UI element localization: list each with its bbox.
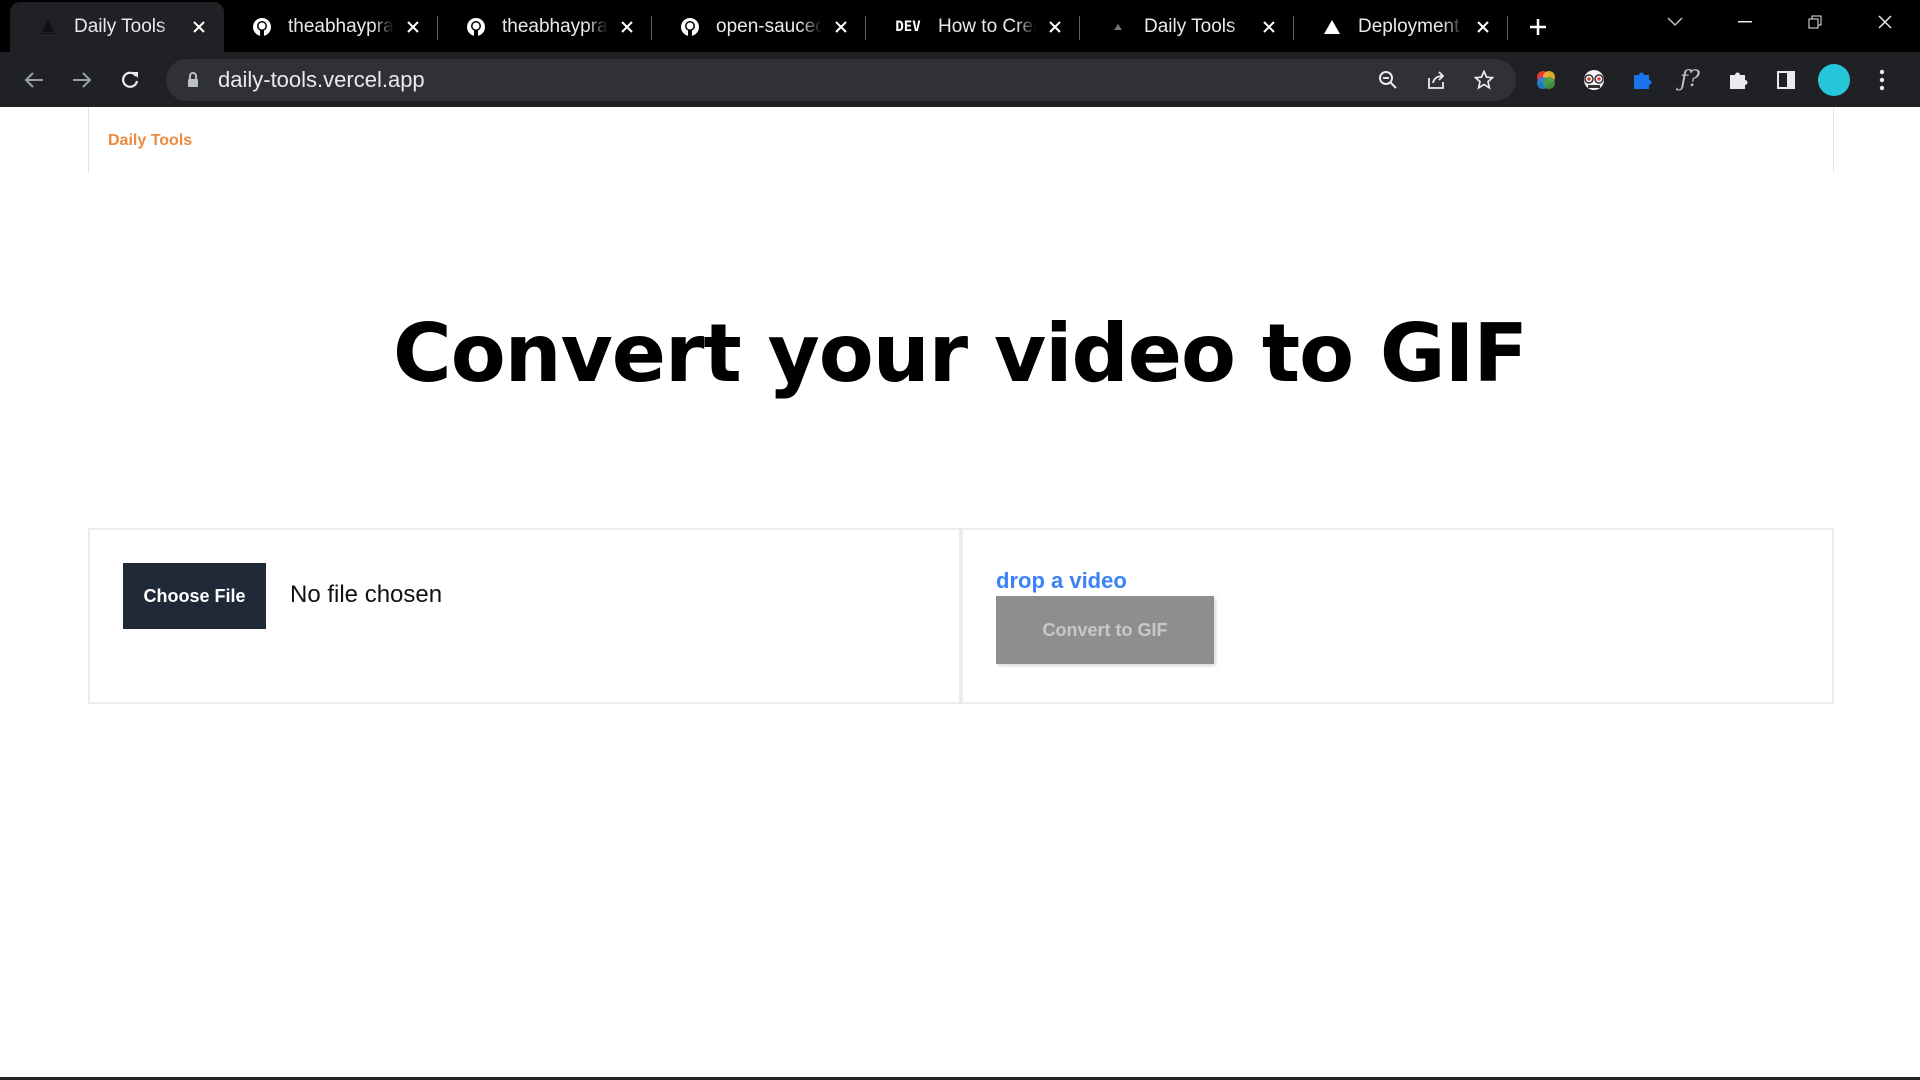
share-icon — [1428, 71, 1445, 89]
reload-icon — [122, 71, 139, 88]
chevron-down-icon — [1667, 17, 1683, 27]
page-title: Convert your video to GIF — [393, 307, 1528, 400]
profile-avatar[interactable] — [1818, 63, 1850, 96]
github-icon — [680, 17, 700, 37]
zoom-button[interactable] — [1364, 59, 1412, 101]
close-icon[interactable] — [616, 16, 638, 38]
arrow-left-icon — [24, 71, 43, 88]
tab-dev[interactable]: DEV How to Create — [866, 2, 1080, 52]
page-viewport: Daily Tools Convert your video to GIF Ch… — [0, 107, 1920, 1080]
tab-title: Daily Tools — [1144, 16, 1236, 37]
vercel-triangle-icon — [1322, 17, 1342, 37]
restore-button[interactable] — [1780, 0, 1850, 44]
extensions-area: ƒ? — [1522, 52, 1906, 107]
close-icon[interactable] — [1258, 16, 1280, 38]
tab-github-1[interactable]: theabhayprajapati — [224, 2, 438, 52]
omnibox-actions — [1364, 59, 1508, 101]
tab-title: Deployment Overview — [1358, 16, 1464, 37]
brand-link[interactable]: Daily Tools — [108, 132, 192, 150]
dev-icon: DEV — [894, 17, 922, 37]
minimize-button[interactable] — [1710, 0, 1780, 44]
tab-daily-tools-active[interactable]: Daily Tools — [10, 2, 224, 52]
new-tab-button[interactable] — [1512, 2, 1564, 52]
vercel-triangle-icon — [1108, 17, 1128, 37]
vercel-triangle-icon — [38, 17, 58, 37]
arrow-right-icon — [73, 71, 92, 88]
dev-icon-text: DEV — [895, 19, 921, 35]
forward-button[interactable] — [58, 56, 106, 104]
plus-icon — [1530, 19, 1546, 35]
close-icon — [1878, 15, 1892, 29]
lock-icon — [184, 71, 202, 89]
convert-panel: drop a video Convert to GIF — [961, 528, 1834, 704]
puzzle-blue-extension-icon[interactable] — [1618, 56, 1666, 104]
reload-button[interactable] — [106, 56, 154, 104]
tab-title: theabhayprajapati — [288, 16, 394, 37]
extensions-button[interactable] — [1714, 56, 1762, 104]
choose-file-button[interactable]: Choose File — [123, 563, 266, 629]
side-panel-icon — [1777, 70, 1795, 89]
tab-daily-tools-2[interactable]: Daily Tools — [1080, 2, 1294, 52]
close-icon[interactable] — [1472, 16, 1494, 38]
tab-title: open-sauced/hot — [716, 16, 822, 37]
tab-search-button[interactable] — [1640, 0, 1710, 44]
tab-title: How to Create — [938, 16, 1036, 37]
window-controls — [1640, 0, 1920, 44]
mascot-extension-icon[interactable] — [1570, 56, 1618, 104]
color-picker-extension-icon[interactable] — [1522, 56, 1570, 104]
drop-video-label: drop a video — [996, 568, 1127, 593]
function-icon: ƒ? — [1680, 67, 1700, 92]
minimize-icon — [1738, 21, 1752, 23]
kebab-menu-icon — [1879, 69, 1885, 90]
bookmark-button[interactable] — [1460, 59, 1508, 101]
star-icon — [1474, 70, 1494, 90]
menu-button[interactable] — [1858, 56, 1906, 104]
close-icon[interactable] — [188, 16, 210, 38]
function-extension-icon[interactable]: ƒ? — [1666, 56, 1714, 104]
github-icon — [466, 17, 486, 37]
tab-title: Daily Tools — [74, 16, 166, 37]
convert-to-gif-button[interactable]: Convert to GIF — [996, 596, 1214, 664]
tab-github-2[interactable]: theabhayprajapati — [438, 2, 652, 52]
close-icon[interactable] — [1044, 16, 1066, 38]
upload-panel: Choose File No file chosen — [88, 528, 961, 704]
tab-title: theabhayprajapati — [502, 16, 608, 37]
share-button[interactable] — [1412, 59, 1460, 101]
side-panel-button[interactable] — [1762, 56, 1810, 104]
tab-github-3[interactable]: open-sauced/hot — [652, 2, 866, 52]
close-icon[interactable] — [830, 16, 852, 38]
github-icon — [252, 17, 272, 37]
close-window-button[interactable] — [1850, 0, 1920, 44]
close-icon[interactable] — [402, 16, 424, 38]
back-button[interactable] — [10, 56, 58, 104]
address-bar[interactable]: daily-tools.vercel.app — [166, 59, 1516, 101]
tab-separator — [1507, 16, 1508, 40]
tab-deployment[interactable]: Deployment Overview — [1294, 2, 1508, 52]
site-header: Daily Tools — [88, 107, 1834, 173]
url-text: daily-tools.vercel.app — [218, 67, 425, 92]
restore-icon — [1808, 15, 1822, 29]
tab-strip: Daily Tools theabhayprajapati theabhaypr… — [0, 0, 1920, 52]
file-status-text: No file chosen — [290, 581, 443, 608]
puzzle-icon — [1730, 72, 1748, 89]
zoom-out-icon — [1379, 71, 1397, 89]
